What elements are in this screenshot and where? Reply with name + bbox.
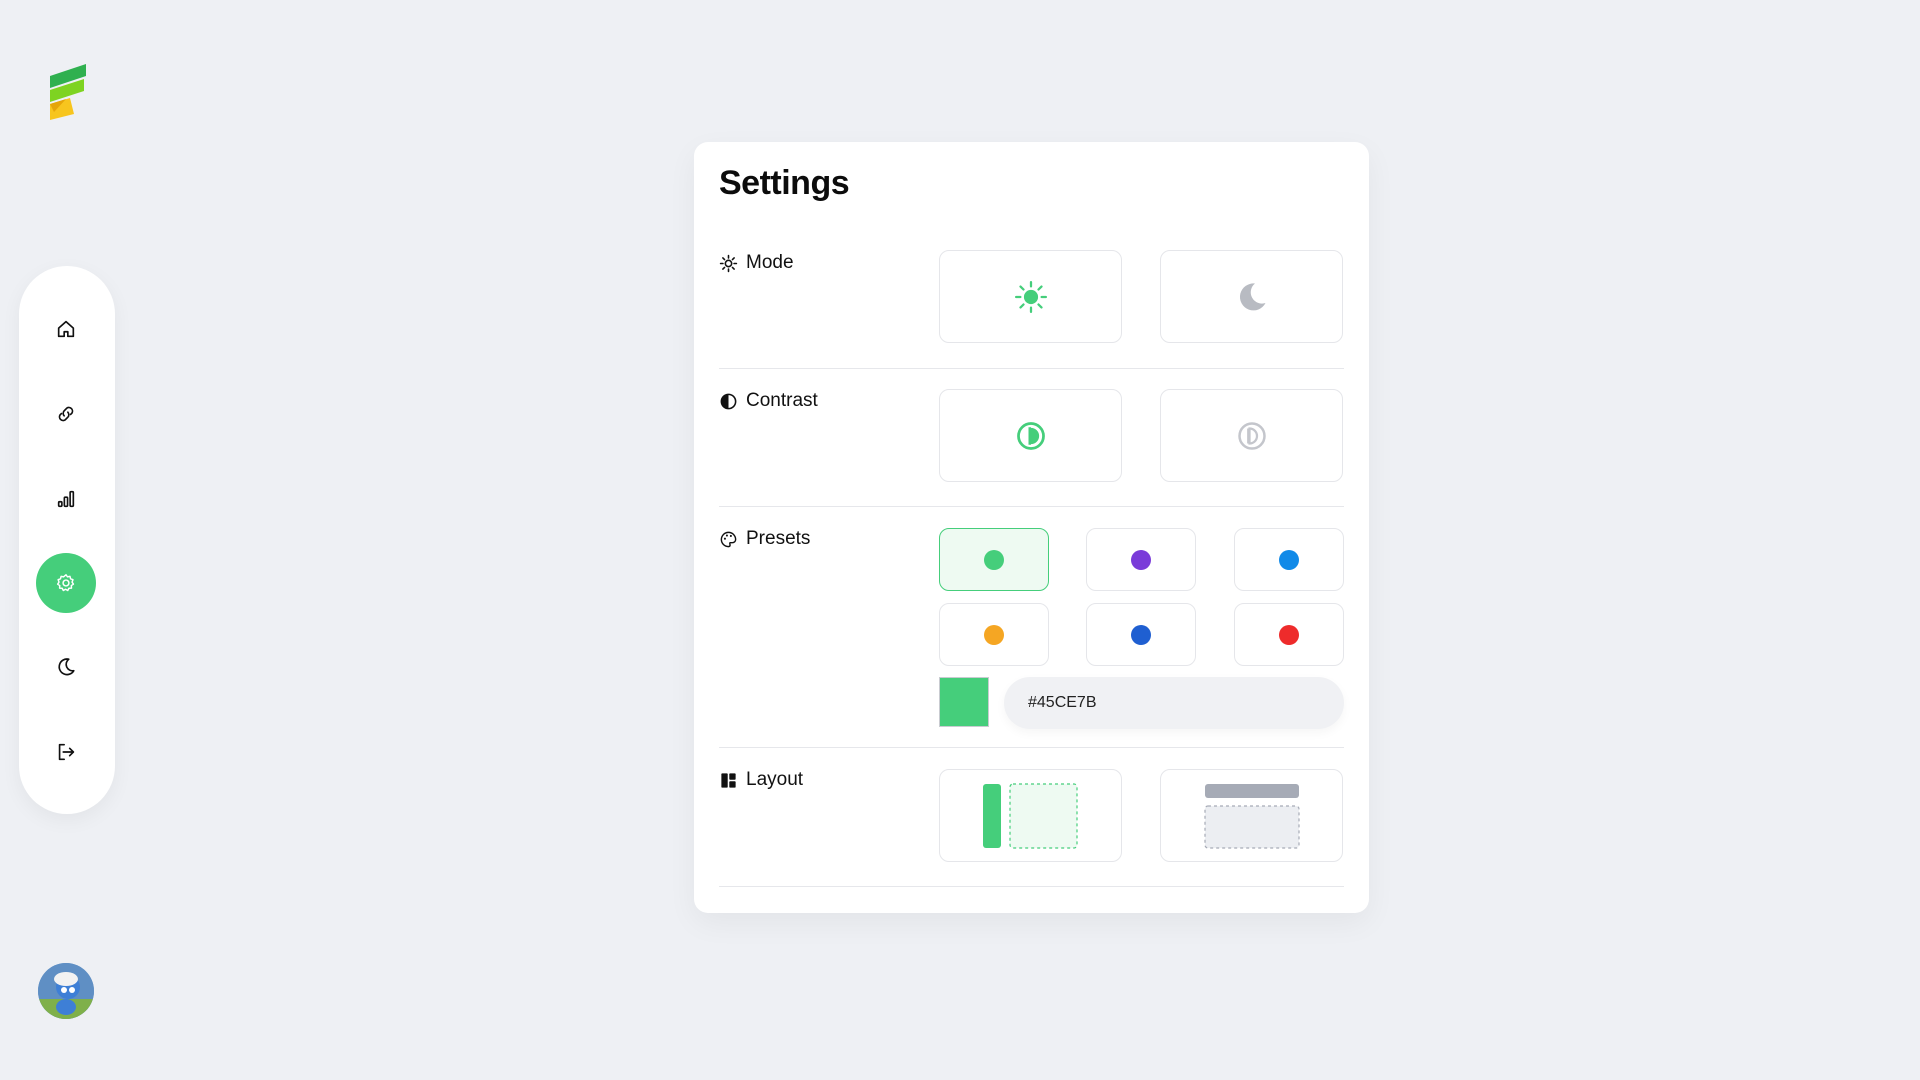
- presets-row-label: Presets: [719, 528, 810, 550]
- sidebar-item-home[interactable]: [36, 299, 96, 359]
- vertical-layout-icon: [982, 782, 1078, 849]
- mode-label: Mode: [746, 252, 794, 273]
- color-dot: [1131, 549, 1151, 570]
- link-icon: [58, 406, 74, 422]
- moon-icon: [58, 658, 75, 676]
- sidebar: [19, 266, 115, 814]
- color-dot: [1279, 624, 1299, 645]
- sun-icon: [719, 254, 738, 272]
- divider: [719, 368, 1344, 369]
- contrast-label: Contrast: [746, 390, 818, 411]
- mode-light-option[interactable]: [939, 250, 1122, 343]
- settings-panel: Settings Mode Contrast Presets #45CE7B L…: [694, 142, 1369, 913]
- color-dot: [984, 549, 1004, 570]
- mode-row-label: Mode: [719, 252, 794, 274]
- preset-purple[interactable]: [1086, 528, 1196, 591]
- color-dot: [1131, 624, 1151, 645]
- preset-blue[interactable]: [1086, 603, 1196, 666]
- layout-horizontal-option[interactable]: [1160, 769, 1343, 862]
- layout-row-label: Layout: [719, 769, 803, 791]
- sidebar-item-theme[interactable]: [36, 637, 96, 697]
- contrast-row-label: Contrast: [719, 390, 818, 412]
- divider: [719, 506, 1344, 507]
- horizontal-layout-icon: [1203, 783, 1300, 849]
- mode-dark-option[interactable]: [1160, 250, 1343, 343]
- preset-orange[interactable]: [939, 603, 1049, 666]
- preset-light-blue[interactable]: [1234, 528, 1344, 591]
- contrast-icon: [1016, 421, 1045, 450]
- hex-color-input[interactable]: [1004, 677, 1344, 729]
- sidebar-item-settings[interactable]: [36, 553, 96, 613]
- app-logo: [44, 62, 90, 120]
- contrast-icon: [720, 393, 737, 409]
- contrast-bold-icon: [1237, 421, 1266, 450]
- sun-icon: [1014, 280, 1047, 313]
- home-icon: [57, 320, 75, 338]
- presets-label: Presets: [746, 528, 811, 549]
- sidebar-item-logout[interactable]: [36, 722, 96, 782]
- contrast-bold-option[interactable]: [1160, 389, 1343, 482]
- layout-vertical-option[interactable]: [939, 769, 1122, 862]
- divider: [719, 747, 1344, 748]
- page-title: Settings: [719, 164, 850, 202]
- sidebar-item-links[interactable]: [36, 384, 96, 444]
- logout-icon: [58, 743, 75, 761]
- custom-color-swatch[interactable]: [939, 677, 989, 727]
- color-dot: [1279, 549, 1299, 570]
- layout-icon: [721, 772, 736, 788]
- gear-icon: [56, 574, 75, 592]
- sidebar-item-analytics[interactable]: [36, 469, 96, 529]
- divider: [719, 886, 1344, 887]
- preset-red[interactable]: [1234, 603, 1344, 666]
- palette-icon: [720, 531, 737, 547]
- moon-icon: [1239, 282, 1265, 310]
- avatar[interactable]: [38, 963, 94, 1019]
- color-dot: [984, 624, 1004, 645]
- preset-green[interactable]: [939, 528, 1049, 591]
- layout-label: Layout: [746, 769, 804, 790]
- contrast-default-option[interactable]: [939, 389, 1122, 482]
- bar-chart-icon: [57, 490, 75, 508]
